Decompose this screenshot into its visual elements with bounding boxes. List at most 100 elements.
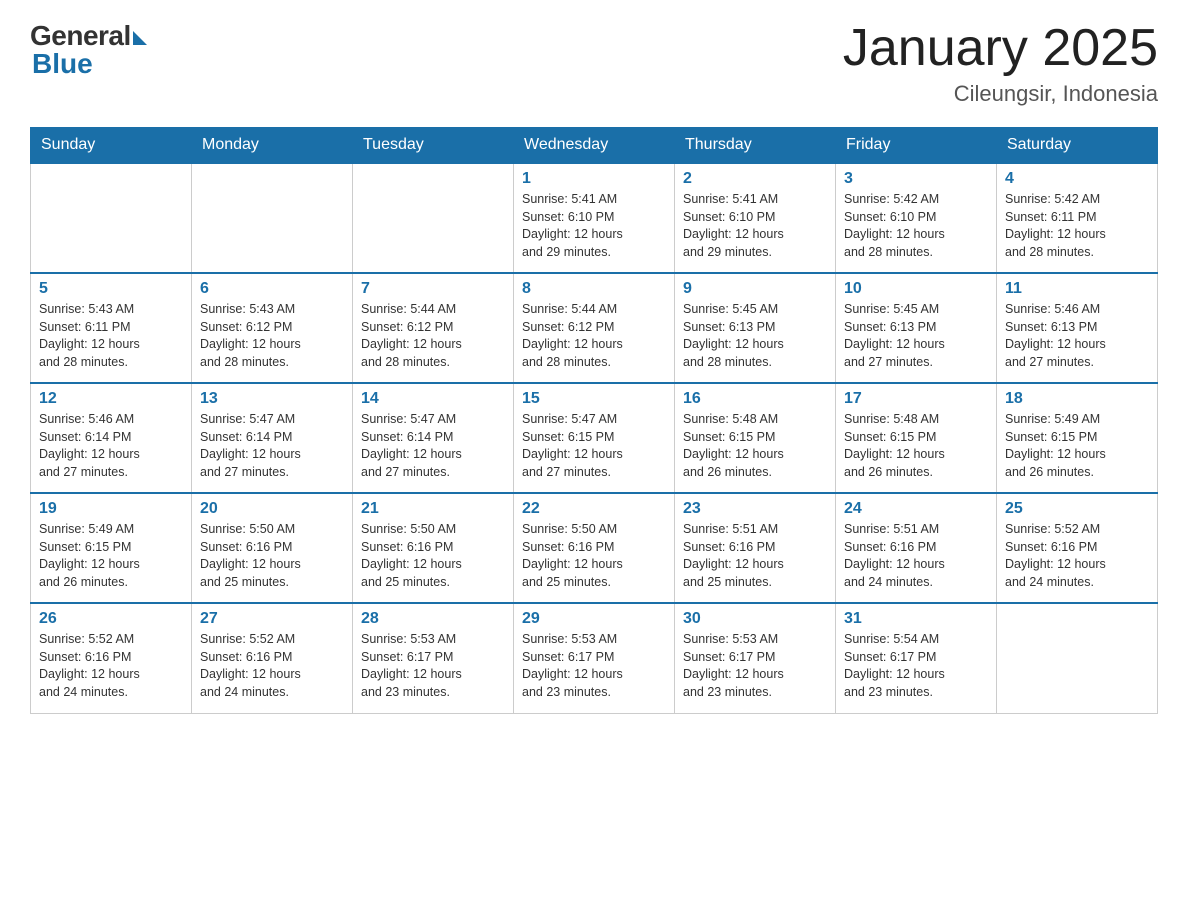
day-number: 12 [39, 390, 183, 408]
day-info: Sunrise: 5:51 AM Sunset: 6:16 PM Dayligh… [683, 521, 827, 591]
day-number: 10 [844, 280, 988, 298]
calendar-cell [31, 163, 192, 273]
calendar-cell: 25 Sunrise: 5:52 AM Sunset: 6:16 PM Dayli… [997, 493, 1158, 603]
calendar-cell: 16 Sunrise: 5:48 AM Sunset: 6:15 PM Dayli… [675, 383, 836, 493]
day-info: Sunrise: 5:46 AM Sunset: 6:13 PM Dayligh… [1005, 301, 1149, 371]
calendar-cell: 29 Sunrise: 5:53 AM Sunset: 6:17 PM Dayli… [514, 603, 675, 713]
day-number: 13 [200, 390, 344, 408]
day-number: 16 [683, 390, 827, 408]
calendar-cell: 31 Sunrise: 5:54 AM Sunset: 6:17 PM Dayli… [836, 603, 997, 713]
logo: General Blue [30, 20, 147, 80]
day-info: Sunrise: 5:47 AM Sunset: 6:14 PM Dayligh… [361, 411, 505, 481]
calendar-cell: 24 Sunrise: 5:51 AM Sunset: 6:16 PM Dayli… [836, 493, 997, 603]
day-number: 29 [522, 610, 666, 628]
day-number: 1 [522, 170, 666, 188]
week-row-5: 26 Sunrise: 5:52 AM Sunset: 6:16 PM Dayli… [31, 603, 1158, 713]
day-number: 2 [683, 170, 827, 188]
day-number: 20 [200, 500, 344, 518]
calendar-cell: 13 Sunrise: 5:47 AM Sunset: 6:14 PM Dayli… [192, 383, 353, 493]
weekday-header-row: SundayMondayTuesdayWednesdayThursdayFrid… [31, 128, 1158, 164]
calendar-cell: 5 Sunrise: 5:43 AM Sunset: 6:11 PM Daylig… [31, 273, 192, 383]
day-info: Sunrise: 5:48 AM Sunset: 6:15 PM Dayligh… [683, 411, 827, 481]
week-row-2: 5 Sunrise: 5:43 AM Sunset: 6:11 PM Daylig… [31, 273, 1158, 383]
calendar-cell: 7 Sunrise: 5:44 AM Sunset: 6:12 PM Daylig… [353, 273, 514, 383]
day-number: 25 [1005, 500, 1149, 518]
calendar-cell: 14 Sunrise: 5:47 AM Sunset: 6:14 PM Dayli… [353, 383, 514, 493]
week-row-3: 12Sunrise: 5:46 AM Sunset: 6:14 PM Dayli… [31, 383, 1158, 493]
calendar-cell: 9Sunrise: 5:45 AM Sunset: 6:13 PM Daylig… [675, 273, 836, 383]
calendar-cell: 27Sunrise: 5:52 AM Sunset: 6:16 PM Dayli… [192, 603, 353, 713]
weekday-header-saturday: Saturday [997, 128, 1158, 164]
day-number: 30 [683, 610, 827, 628]
calendar-cell [192, 163, 353, 273]
weekday-header-wednesday: Wednesday [514, 128, 675, 164]
calendar-cell: 17 Sunrise: 5:48 AM Sunset: 6:15 PM Dayli… [836, 383, 997, 493]
day-number: 28 [361, 610, 505, 628]
calendar-cell: 4 Sunrise: 5:42 AM Sunset: 6:11 PM Daylig… [997, 163, 1158, 273]
calendar-cell: 2Sunrise: 5:41 AM Sunset: 6:10 PM Daylig… [675, 163, 836, 273]
day-number: 8 [522, 280, 666, 298]
day-info: Sunrise: 5:43 AM Sunset: 6:11 PM Dayligh… [39, 301, 183, 371]
day-info: Sunrise: 5:44 AM Sunset: 6:12 PM Dayligh… [361, 301, 505, 371]
day-info: Sunrise: 5:43 AM Sunset: 6:12 PM Dayligh… [200, 301, 344, 371]
day-info: Sunrise: 5:52 AM Sunset: 6:16 PM Dayligh… [200, 631, 344, 701]
day-info: Sunrise: 5:44 AM Sunset: 6:12 PM Dayligh… [522, 301, 666, 371]
week-row-4: 19Sunrise: 5:49 AM Sunset: 6:15 PM Dayli… [31, 493, 1158, 603]
day-number: 22 [522, 500, 666, 518]
day-info: Sunrise: 5:53 AM Sunset: 6:17 PM Dayligh… [522, 631, 666, 701]
day-info: Sunrise: 5:50 AM Sunset: 6:16 PM Dayligh… [200, 521, 344, 591]
day-info: Sunrise: 5:48 AM Sunset: 6:15 PM Dayligh… [844, 411, 988, 481]
weekday-header-friday: Friday [836, 128, 997, 164]
day-number: 7 [361, 280, 505, 298]
day-info: Sunrise: 5:47 AM Sunset: 6:14 PM Dayligh… [200, 411, 344, 481]
calendar-cell: 23 Sunrise: 5:51 AM Sunset: 6:16 PM Dayli… [675, 493, 836, 603]
calendar-cell [997, 603, 1158, 713]
day-info: Sunrise: 5:53 AM Sunset: 6:17 PM Dayligh… [361, 631, 505, 701]
day-info: Sunrise: 5:53 AM Sunset: 6:17 PM Dayligh… [683, 631, 827, 701]
day-number: 24 [844, 500, 988, 518]
location-text: Cileungsir, Indonesia [843, 81, 1158, 107]
day-number: 23 [683, 500, 827, 518]
calendar-cell: 30 Sunrise: 5:53 AM Sunset: 6:17 PM Dayli… [675, 603, 836, 713]
day-number: 26 [39, 610, 183, 628]
day-info: Sunrise: 5:50 AM Sunset: 6:16 PM Dayligh… [522, 521, 666, 591]
calendar-cell: 20 Sunrise: 5:50 AM Sunset: 6:16 PM Dayli… [192, 493, 353, 603]
calendar-cell: 28 Sunrise: 5:53 AM Sunset: 6:17 PM Dayli… [353, 603, 514, 713]
day-number: 4 [1005, 170, 1149, 188]
calendar-cell: 12Sunrise: 5:46 AM Sunset: 6:14 PM Dayli… [31, 383, 192, 493]
calendar-cell: 3 Sunrise: 5:42 AM Sunset: 6:10 PM Daylig… [836, 163, 997, 273]
day-number: 11 [1005, 280, 1149, 298]
calendar-cell: 22 Sunrise: 5:50 AM Sunset: 6:16 PM Dayli… [514, 493, 675, 603]
day-info: Sunrise: 5:45 AM Sunset: 6:13 PM Dayligh… [683, 301, 827, 371]
calendar-cell: 15Sunrise: 5:47 AM Sunset: 6:15 PM Dayli… [514, 383, 675, 493]
day-number: 5 [39, 280, 183, 298]
calendar-table: SundayMondayTuesdayWednesdayThursdayFrid… [30, 127, 1158, 714]
day-info: Sunrise: 5:49 AM Sunset: 6:15 PM Dayligh… [1005, 411, 1149, 481]
calendar-cell: 11 Sunrise: 5:46 AM Sunset: 6:13 PM Dayli… [997, 273, 1158, 383]
day-number: 14 [361, 390, 505, 408]
title-block: January 2025 Cileungsir, Indonesia [843, 20, 1158, 107]
calendar-cell: 1Sunrise: 5:41 AM Sunset: 6:10 PM Daylig… [514, 163, 675, 273]
day-info: Sunrise: 5:42 AM Sunset: 6:11 PM Dayligh… [1005, 191, 1149, 261]
day-info: Sunrise: 5:54 AM Sunset: 6:17 PM Dayligh… [844, 631, 988, 701]
calendar-cell: 26Sunrise: 5:52 AM Sunset: 6:16 PM Dayli… [31, 603, 192, 713]
day-number: 17 [844, 390, 988, 408]
day-info: Sunrise: 5:51 AM Sunset: 6:16 PM Dayligh… [844, 521, 988, 591]
calendar-cell: 10 Sunrise: 5:45 AM Sunset: 6:13 PM Dayli… [836, 273, 997, 383]
day-number: 18 [1005, 390, 1149, 408]
day-info: Sunrise: 5:47 AM Sunset: 6:15 PM Dayligh… [522, 411, 666, 481]
calendar-cell: 8 Sunrise: 5:44 AM Sunset: 6:12 PM Daylig… [514, 273, 675, 383]
day-info: Sunrise: 5:42 AM Sunset: 6:10 PM Dayligh… [844, 191, 988, 261]
day-number: 31 [844, 610, 988, 628]
day-number: 21 [361, 500, 505, 518]
calendar-cell: 6 Sunrise: 5:43 AM Sunset: 6:12 PM Daylig… [192, 273, 353, 383]
day-info: Sunrise: 5:50 AM Sunset: 6:16 PM Dayligh… [361, 521, 505, 591]
calendar-cell: 19Sunrise: 5:49 AM Sunset: 6:15 PM Dayli… [31, 493, 192, 603]
day-number: 6 [200, 280, 344, 298]
day-number: 19 [39, 500, 183, 518]
day-info: Sunrise: 5:45 AM Sunset: 6:13 PM Dayligh… [844, 301, 988, 371]
day-number: 3 [844, 170, 988, 188]
calendar-cell: 21 Sunrise: 5:50 AM Sunset: 6:16 PM Dayli… [353, 493, 514, 603]
logo-arrow-icon [133, 31, 147, 45]
day-info: Sunrise: 5:52 AM Sunset: 6:16 PM Dayligh… [1005, 521, 1149, 591]
